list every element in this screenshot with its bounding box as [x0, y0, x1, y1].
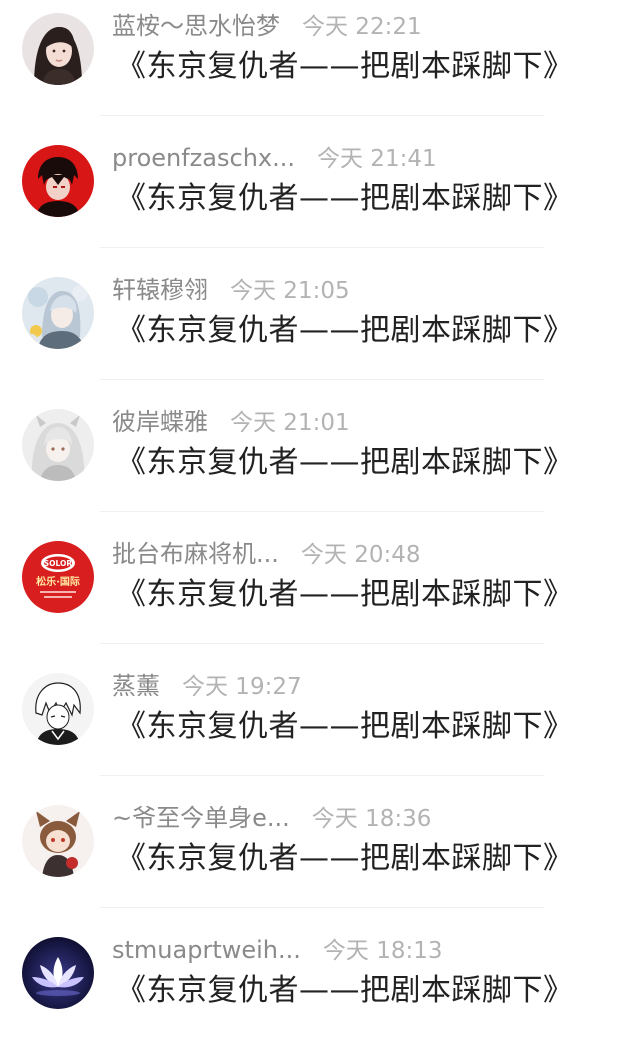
comment-text: 《东京复仇者——把剧本踩脚下》 [116, 445, 574, 480]
girl-portrait-icon [22, 13, 94, 85]
avatar[interactable] [22, 673, 94, 745]
username[interactable]: 批台布麻将机... [112, 540, 279, 568]
divider [100, 775, 544, 776]
comment-text: 《东京复仇者——把剧本踩脚下》 [116, 181, 574, 216]
red-anime-boy-icon [22, 145, 94, 217]
comment-meta: 轩辕穆翎 今天 21:05 [112, 273, 350, 307]
comment-item[interactable]: proenfzaschx... 今天 21:41 《东京复仇者——把剧本踩脚下》 [0, 132, 640, 264]
solor-brand-text: 松乐·国际 [36, 575, 80, 588]
divider [100, 247, 544, 248]
timestamp: 今天 21:01 [230, 410, 350, 436]
comment-text: 《东京复仇者——把剧本踩脚下》 [116, 313, 574, 348]
comment-text: 《东京复仇者——把剧本踩脚下》 [116, 577, 574, 612]
lotus-flower-icon [22, 937, 94, 1009]
username[interactable]: 蓝桉～思水怡梦 [112, 12, 280, 40]
comment-text: 《东京复仇者——把剧本踩脚下》 [116, 841, 574, 876]
comment-meta: stmuaprtweih... 今天 18:13 [112, 933, 442, 967]
comment-item[interactable]: 彼岸蝶雅 今天 21:01 《东京复仇者——把剧本踩脚下》 [0, 396, 640, 528]
timestamp: 今天 21:05 [230, 278, 350, 304]
solor-logo-icon: SOLOR 松乐·国际 [22, 541, 94, 613]
solor-logo-text: SOLOR [44, 559, 73, 568]
comment-meta: 蒸薰 今天 19:27 [112, 669, 302, 703]
comment-item[interactable]: ~爷至今单身e... 今天 18:36 《东京复仇者——把剧本踩脚下》 [0, 792, 640, 924]
white-hair-girl-icon [22, 409, 94, 481]
divider [100, 115, 544, 116]
divider [100, 379, 544, 380]
manga-boy-sketch-icon [22, 673, 94, 745]
avatar[interactable] [22, 937, 94, 1009]
comment-meta: ~爷至今单身e... 今天 18:36 [112, 801, 431, 835]
username[interactable]: 彼岸蝶雅 [112, 408, 208, 436]
avatar[interactable] [22, 277, 94, 349]
comment-item[interactable]: 蓝桉～思水怡梦 今天 22:21 《东京复仇者——把剧本踩脚下》 [0, 0, 640, 132]
timestamp: 今天 20:48 [300, 542, 421, 568]
username[interactable]: 蒸薰 [112, 672, 160, 700]
timestamp: 今天 22:21 [302, 14, 422, 40]
avatar[interactable] [22, 13, 94, 85]
comment-item[interactable]: 蒸薰 今天 19:27 《东京复仇者——把剧本踩脚下》 [0, 660, 640, 792]
timestamp: 今天 18:36 [311, 806, 432, 832]
username[interactable]: proenfzaschx... [112, 144, 295, 172]
comment-meta: proenfzaschx... 今天 21:41 [112, 141, 437, 175]
comment-item[interactable]: SOLOR 松乐·国际 批台布麻将机... 今天 20:48 《东京复仇者——把剧… [0, 528, 640, 660]
avatar[interactable] [22, 409, 94, 481]
comment-list: 蓝桉～思水怡梦 今天 22:21 《东京复仇者——把剧本踩脚下》 proenfza… [0, 0, 640, 1021]
comment-item[interactable]: stmuaprtweih... 今天 18:13 《东京复仇者——把剧本踩脚下》 [0, 924, 640, 1056]
silver-anime-character-icon [22, 277, 94, 349]
comment-item[interactable]: 轩辕穆翎 今天 21:05 《东京复仇者——把剧本踩脚下》 [0, 264, 640, 396]
avatar[interactable] [22, 805, 94, 877]
divider [100, 643, 544, 644]
comment-meta: 彼岸蝶雅 今天 21:01 [112, 405, 350, 439]
comment-text: 《东京复仇者——把剧本踩脚下》 [116, 49, 574, 84]
avatar[interactable] [22, 145, 94, 217]
username[interactable]: stmuaprtweih... [112, 936, 301, 964]
timestamp: 今天 21:41 [317, 146, 437, 172]
comment-meta: 批台布麻将机... 今天 20:48 [112, 537, 420, 571]
comment-text: 《东京复仇者——把剧本踩脚下》 [116, 709, 574, 744]
avatar[interactable]: SOLOR 松乐·国际 [22, 541, 94, 613]
username[interactable]: ~爷至今单身e... [112, 804, 290, 832]
timestamp: 今天 19:27 [182, 674, 302, 700]
chibi-fox-character-icon [22, 805, 94, 877]
comment-meta: 蓝桉～思水怡梦 今天 22:21 [112, 9, 422, 43]
comment-text: 《东京复仇者——把剧本踩脚下》 [116, 973, 574, 1008]
divider [100, 511, 544, 512]
username[interactable]: 轩辕穆翎 [112, 276, 208, 304]
timestamp: 今天 18:13 [322, 938, 443, 964]
divider [100, 907, 544, 908]
